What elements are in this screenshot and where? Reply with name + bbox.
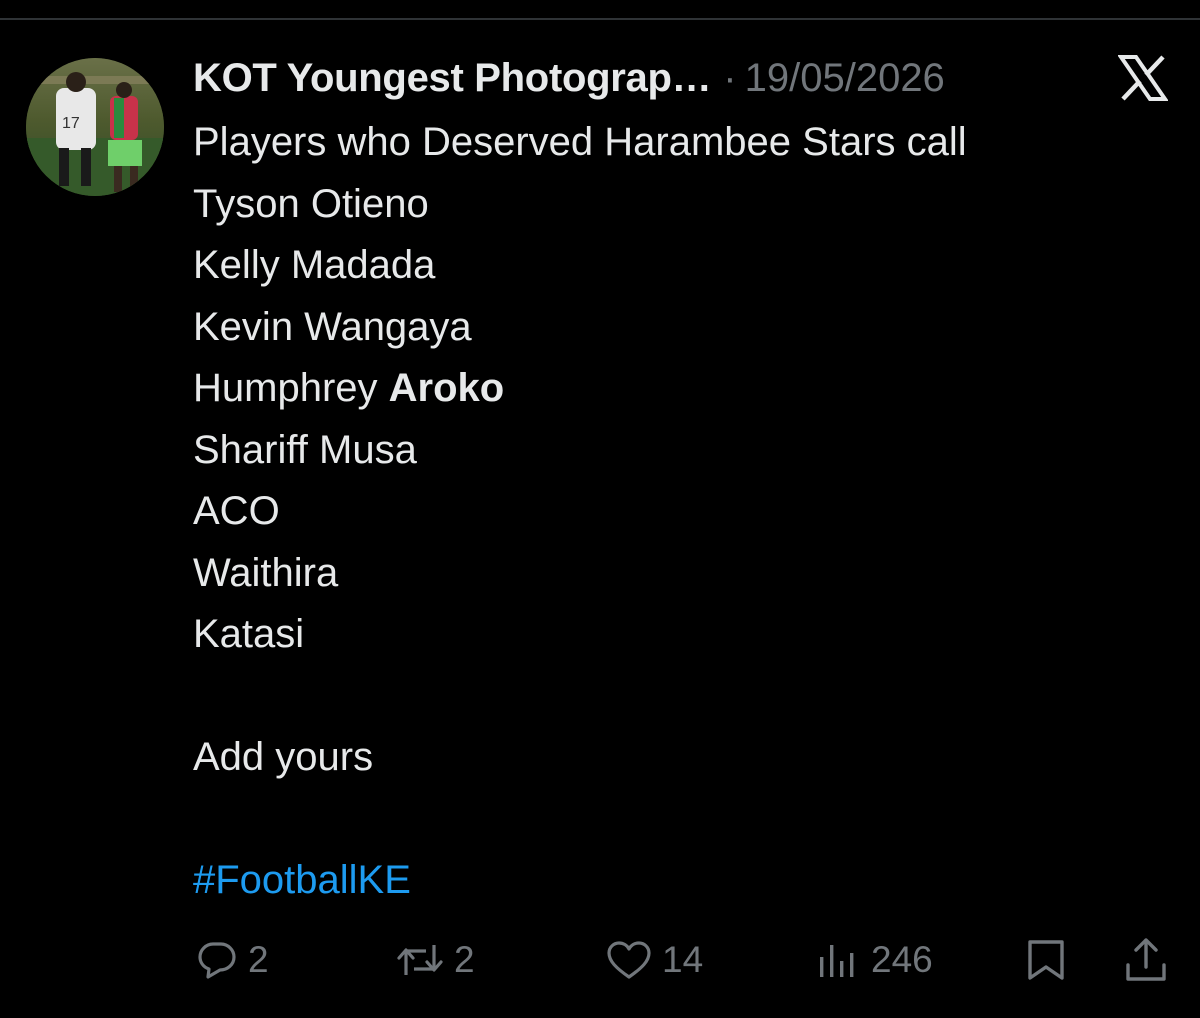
repost-count: 2: [454, 939, 475, 980]
like-count: 14: [662, 939, 704, 980]
post-line: Add yours: [193, 735, 374, 779]
bookmark-button[interactable]: [1026, 930, 1066, 990]
author-avatar[interactable]: 17: [26, 58, 164, 196]
reply-button[interactable]: 2: [196, 930, 269, 990]
post-line: Players who Deserved Harambee Stars call: [193, 120, 967, 164]
hashtag-link[interactable]: #FootballKE: [193, 850, 1173, 912]
reply-count: 2: [248, 939, 269, 980]
action-bar: 2 2 14 246: [0, 930, 1200, 990]
reply-icon: [198, 942, 236, 979]
bookmark-icon: [1028, 940, 1064, 980]
post-line: Tyson Otieno: [193, 181, 429, 226]
top-divider: [0, 18, 1200, 20]
post-line: Waithira: [193, 550, 339, 595]
post-date[interactable]: 19/05/2026: [745, 56, 945, 101]
post-line: Shariff Musa: [193, 427, 417, 472]
header-separator: ·: [723, 55, 737, 100]
svg-text:17: 17: [62, 115, 80, 132]
views-chart-icon: [820, 945, 854, 977]
post-body: Players who Deserved Harambee Stars call…: [193, 112, 1173, 912]
like-button[interactable]: 14: [606, 930, 703, 990]
post-line: Humphrey Aroko: [193, 358, 1173, 420]
post-line: ACO: [193, 489, 280, 533]
views-count: 246: [871, 939, 933, 980]
x-logo-icon: [1117, 55, 1169, 101]
repost-button[interactable]: 2: [396, 930, 475, 990]
post-line: Kelly Madada: [193, 243, 436, 287]
post-line-bold-text: Aroko: [388, 366, 505, 410]
share-button[interactable]: [1124, 930, 1168, 990]
post-line-text: Humphrey: [193, 366, 389, 410]
repost-icon: [397, 945, 443, 975]
views-button[interactable]: 246: [815, 930, 933, 990]
post-line: Katasi: [193, 612, 305, 656]
heart-icon: [607, 941, 651, 979]
author-name[interactable]: KOT Youngest Photograp…: [193, 56, 712, 101]
post-header: KOT Youngest Photograp… · 19/05/2026: [193, 50, 1183, 106]
post-line: Kevin Wangaya: [193, 304, 472, 349]
share-icon: [1126, 938, 1166, 981]
